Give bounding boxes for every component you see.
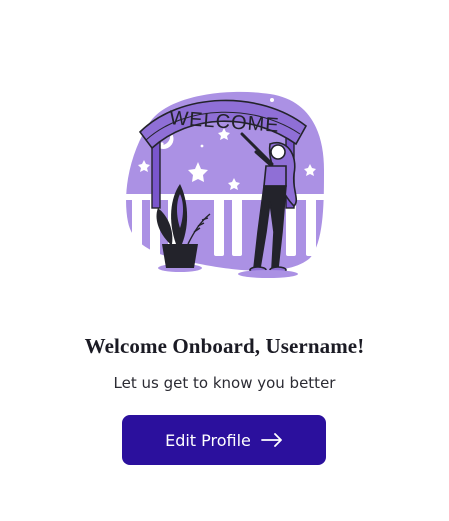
welcome-illustration: WELCOME [110, 82, 340, 282]
welcome-subtitle: Let us get to know you better [113, 374, 336, 392]
edit-profile-button[interactable]: Edit Profile [122, 415, 326, 465]
welcome-screen: WELCOME Welcome Onboard, Username! Let u… [0, 0, 449, 521]
edit-profile-label: Edit Profile [165, 430, 251, 450]
arrow-right-icon [261, 433, 283, 447]
welcome-title: Welcome Onboard, Username! [84, 334, 365, 358]
